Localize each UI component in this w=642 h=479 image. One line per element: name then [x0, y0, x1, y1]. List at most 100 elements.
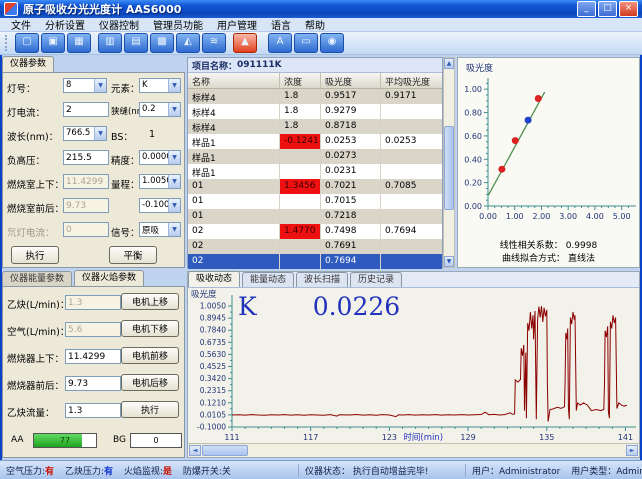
minimize-button[interactable]: _: [577, 1, 596, 17]
col-name[interactable]: 名称: [188, 73, 280, 88]
wavelength-icon[interactable]: A: [268, 33, 292, 53]
svg-text:0.40: 0.40: [464, 155, 482, 164]
table-row[interactable]: 010.7218: [188, 209, 442, 224]
correlation-line: 线性相关系数： 0.9998: [458, 240, 639, 253]
acetylene-flow-input[interactable]: [65, 403, 121, 418]
menu-instrument-control[interactable]: 仪器控制: [92, 17, 146, 32]
close-button[interactable]: ×: [619, 1, 638, 17]
burner-icon[interactable]: ≋: [202, 33, 226, 53]
motor-down-button[interactable]: 电机下移: [121, 320, 179, 337]
signal-select[interactable]: 原吸▼: [139, 222, 181, 237]
table-row[interactable]: 标样41.80.8718: [188, 119, 442, 134]
power-icon[interactable]: ◉: [320, 33, 344, 53]
new-file-icon[interactable]: ▢: [15, 33, 39, 53]
scroll-down-icon[interactable]: ▼: [444, 256, 454, 267]
project-name-bar: 项目名称： 091111K: [188, 58, 442, 73]
element-select[interactable]: K▼: [139, 78, 181, 93]
lamp-icon[interactable]: ▥: [98, 33, 122, 53]
signal-scrollbar[interactable]: ◄ ►: [188, 443, 639, 457]
chevron-down-icon: ▼: [168, 151, 180, 164]
scroll-left-icon[interactable]: ◄: [189, 445, 201, 456]
menu-analysis-settings[interactable]: 分析设置: [38, 17, 92, 32]
tab-wavelength-scan[interactable]: 波长扫描: [296, 272, 348, 287]
table-row[interactable]: 011.34560.70210.7085: [188, 179, 442, 194]
tab-energy-params[interactable]: 仪器能量参数: [2, 271, 72, 286]
high-voltage-input[interactable]: [63, 150, 109, 165]
open-file-icon[interactable]: ▣: [41, 33, 65, 53]
lamp-current-label: 灯电流：: [7, 105, 45, 119]
svg-text:0.00: 0.00: [464, 202, 482, 211]
app-window: 原子吸收分光光度计 AAS6000 _ □ × 文件 分析设置 仪器控制 管理员…: [0, 0, 642, 479]
col-absorbance[interactable]: 吸光度: [321, 73, 381, 88]
table-row-selected[interactable]: 020.7694: [188, 254, 442, 269]
balance-button[interactable]: 平衡: [109, 246, 157, 264]
usertype-value: Administrator: [616, 467, 642, 477]
tab-energy-dynamic[interactable]: 能量动态: [242, 272, 294, 287]
tab-instrument-params[interactable]: 仪器参数: [2, 56, 54, 72]
toolbar-grip: [5, 35, 10, 51]
chevron-down-icon: ▼: [168, 199, 180, 212]
wavelength-label: 波长(nm)：: [7, 129, 58, 143]
lamp-number-select[interactable]: 8▼: [63, 78, 107, 93]
scrollbar-thumb[interactable]: [444, 126, 454, 210]
tab-absorption-dynamic[interactable]: 吸收动态: [188, 271, 240, 287]
lamp-energy-icon[interactable]: ▤: [124, 33, 148, 53]
table-row[interactable]: 标样41.80.9279: [188, 104, 442, 119]
menu-user-management[interactable]: 用户管理: [210, 17, 264, 32]
air-pressure-value: 有: [45, 467, 54, 477]
signal-chart: 1.00500.89450.78400.67350.56300.45250.34…: [188, 288, 639, 444]
aa-progress-bar: 77: [33, 433, 97, 448]
svg-text:0.4525: 0.4525: [200, 362, 226, 371]
scroll-right-icon[interactable]: ►: [626, 445, 638, 456]
fit-method-value: 直线法: [568, 254, 595, 264]
svg-text:0.5630: 0.5630: [200, 350, 226, 359]
signal-label: 信号：: [111, 225, 140, 239]
burner-updown-input[interactable]: [65, 349, 121, 364]
svg-text:1.00: 1.00: [464, 85, 482, 94]
scroll-up-icon[interactable]: ▲: [444, 58, 454, 69]
table-row[interactable]: 021.47700.74980.7694: [188, 224, 442, 239]
menu-admin-functions[interactable]: 管理员功能: [146, 17, 210, 32]
table-row[interactable]: 样品10.0231: [188, 164, 442, 179]
svg-text:2.00: 2.00: [533, 212, 551, 221]
tab-history[interactable]: 历史记录: [350, 272, 402, 287]
col-concentration[interactable]: 浓度: [280, 73, 321, 88]
aa-progress-value: 77: [34, 434, 96, 447]
instrument-status: 仪器状态： 执行自动增益完毕!: [298, 464, 465, 477]
motor-back-button[interactable]: 电机后移: [121, 374, 179, 391]
offset-select[interactable]: -0.1000▼: [139, 198, 181, 213]
table-scrollbar[interactable]: ▲ ▼: [443, 57, 455, 268]
table-row[interactable]: 样品10.0273: [188, 149, 442, 164]
slit-select[interactable]: 0.2▼: [139, 102, 181, 117]
table-row[interactable]: 020.7691: [188, 239, 442, 254]
wavelength-select[interactable]: 766.5▼: [63, 126, 107, 141]
autosampler-icon[interactable]: ▭: [294, 33, 318, 53]
flame-execute-button[interactable]: 执行: [121, 401, 179, 418]
motor-forward-button[interactable]: 电机前移: [121, 347, 179, 364]
table-row[interactable]: 样品1-0.12410.02530.0253: [188, 134, 442, 149]
lamp-current-input[interactable]: [63, 102, 109, 117]
table-row[interactable]: 标样41.80.95170.9171: [188, 89, 442, 104]
save-icon[interactable]: ▦: [67, 33, 91, 53]
range-select[interactable]: 1.0050▼: [139, 174, 181, 189]
menu-help[interactable]: 帮助: [298, 17, 332, 32]
svg-text:吸光度: 吸光度: [191, 289, 217, 300]
svg-text:时间(min): 时间(min): [403, 432, 443, 443]
maximize-button[interactable]: □: [598, 1, 617, 17]
col-average-absorbance[interactable]: 平均吸光度: [381, 73, 441, 88]
motor-up-button[interactable]: 电机上移: [121, 293, 179, 310]
precision-select[interactable]: 0.0000▼: [139, 150, 181, 165]
table-row[interactable]: 010.7015: [188, 194, 442, 209]
energy-scan-icon[interactable]: ▩: [150, 33, 174, 53]
flame-icon[interactable]: ▲: [233, 33, 257, 53]
peak-profile-icon[interactable]: ◭: [176, 33, 200, 53]
svg-text:123: 123: [382, 433, 397, 442]
scrollbar-thumb[interactable]: [202, 445, 248, 456]
menu-language[interactable]: 语言: [264, 17, 298, 32]
chevron-down-icon: ▼: [168, 175, 180, 188]
tab-flame-params[interactable]: 仪器火焰参数: [74, 270, 144, 286]
burner-frontback-input[interactable]: [65, 376, 121, 391]
execute-button[interactable]: 执行: [11, 246, 59, 264]
menu-file[interactable]: 文件: [4, 17, 38, 32]
air-label: 空气(L/min)：: [7, 324, 69, 338]
